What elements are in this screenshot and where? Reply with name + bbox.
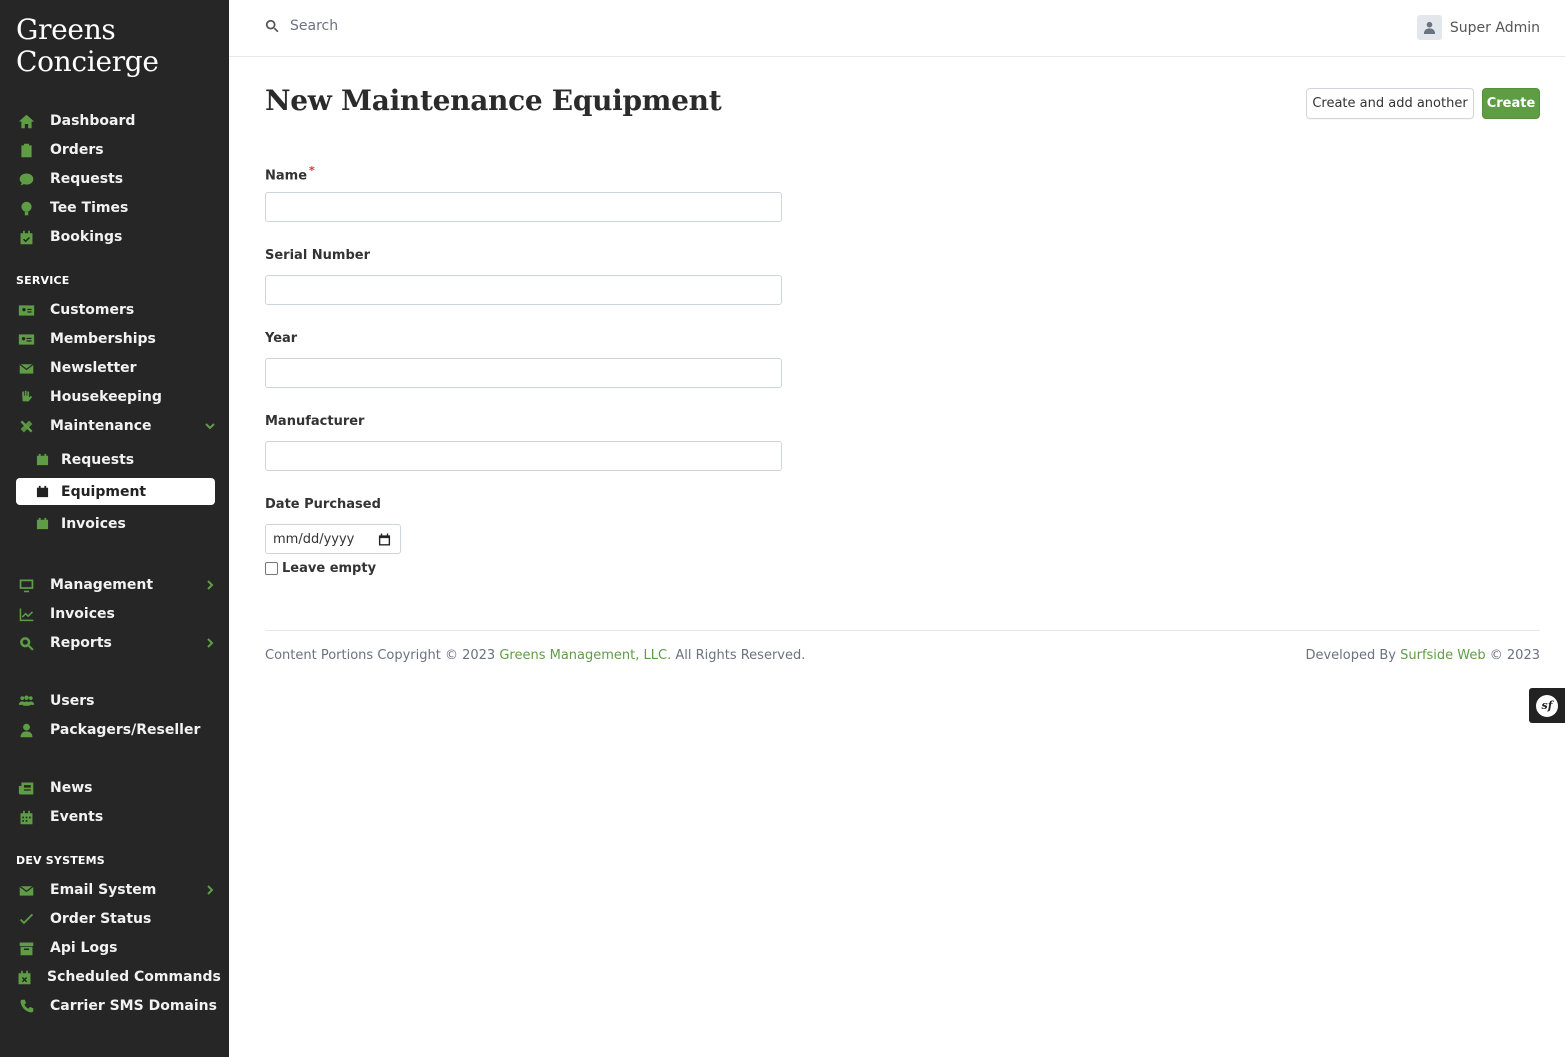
search-input[interactable]: Search <box>265 18 338 34</box>
calendar-icon <box>35 453 49 467</box>
required-indicator: * <box>309 164 315 177</box>
sidebar-item-requests[interactable]: Requests <box>16 166 219 192</box>
date-placeholder: mm/dd/yyyy <box>273 531 355 547</box>
chart-line-icon <box>16 604 36 624</box>
clipboard-icon <box>16 140 36 160</box>
sidebar-item-orders[interactable]: Orders <box>16 137 219 163</box>
symfony-icon: sf <box>1536 694 1558 717</box>
surfside-web-link[interactable]: Surfside Web <box>1400 648 1486 663</box>
date-purchased-field[interactable]: mm/dd/yyyy <box>265 524 401 554</box>
sidebar-item-bookings[interactable]: Bookings <box>16 224 219 250</box>
calendar-icon <box>35 517 49 531</box>
chevron-right-icon[interactable] <box>203 883 217 897</box>
calendar-icon[interactable] <box>378 533 391 546</box>
sidebar-subitem-requests[interactable]: Requests <box>16 446 215 473</box>
sidebar: Greens Concierge Dashboard Orders Reques… <box>0 0 229 1057</box>
search-placeholder: Search <box>290 18 339 34</box>
serial-number-field[interactable] <box>265 275 782 305</box>
avatar <box>1416 15 1442 40</box>
year-label: Year <box>265 331 298 346</box>
sidebar-item-dashboard[interactable]: Dashboard <box>16 108 219 134</box>
manufacturer-field[interactable] <box>265 441 782 471</box>
symfony-toolbar-toggle[interactable]: sf <box>1529 688 1565 723</box>
sidebar-item-users[interactable]: Users <box>16 688 219 714</box>
sidebar-item-api-logs[interactable]: Api Logs <box>16 935 219 961</box>
sidebar-item-housekeeping[interactable]: Housekeeping <box>16 384 219 410</box>
sidebar-item-management[interactable]: Management <box>16 572 219 598</box>
footer-copyright: Content Portions Copyright © 2023 Greens… <box>265 648 806 663</box>
sidebar-item-email-system[interactable]: Email System <box>16 877 219 903</box>
brand-logo[interactable]: Greens Concierge <box>16 14 159 78</box>
calendar-icon <box>35 485 49 499</box>
manufacturer-label: Manufacturer <box>265 414 365 429</box>
envelope-icon <box>16 880 36 900</box>
sidebar-item-news[interactable]: News <box>16 775 219 801</box>
user-menu[interactable]: Super Admin <box>1416 15 1540 40</box>
page-title: New Maintenance Equipment <box>265 84 722 117</box>
name-label: Name * <box>265 164 315 184</box>
comment-dollar-icon <box>16 169 36 189</box>
leave-empty-checkbox[interactable] <box>265 562 278 575</box>
sidebar-subitem-invoices[interactable]: Invoices <box>16 510 215 537</box>
users-icon <box>16 691 36 711</box>
envelope-icon <box>16 358 36 378</box>
check-icon <box>16 909 36 929</box>
greens-management-link[interactable]: Greens Management, LLC. <box>499 648 671 663</box>
archive-icon <box>16 938 36 958</box>
user-icon <box>1423 21 1435 34</box>
sidebar-item-order-status[interactable]: Order Status <box>16 906 219 932</box>
newspaper-icon <box>16 778 36 798</box>
calendar-times-icon <box>16 967 33 987</box>
address-card-icon <box>16 300 36 320</box>
sidebar-item-memberships[interactable]: Memberships <box>16 326 219 352</box>
create-and-add-another-button[interactable]: Create and add another <box>1306 88 1474 119</box>
name-field[interactable] <box>265 192 782 222</box>
section-title-dev-systems: DEV SYSTEMS <box>16 854 105 867</box>
desktop-icon <box>16 575 36 595</box>
year-field[interactable] <box>265 358 782 388</box>
topbar: Search Super Admin <box>229 0 1565 57</box>
tools-icon <box>16 416 36 436</box>
search-icon <box>265 19 279 33</box>
golf-ball-icon <box>16 198 36 218</box>
footer-developer: Developed By Surfside Web © 2023 <box>1305 648 1540 663</box>
home-icon <box>16 111 36 131</box>
footer-divider <box>265 630 1540 631</box>
chevron-right-icon[interactable] <box>203 636 217 650</box>
id-card-icon <box>16 329 36 349</box>
chevron-right-icon[interactable] <box>203 578 217 592</box>
sidebar-item-packagers-reseller[interactable]: Packagers/Reseller <box>16 717 219 743</box>
hand-sparkles-icon <box>16 387 36 407</box>
sidebar-item-scheduled-commands[interactable]: Scheduled Commands <box>16 964 221 990</box>
sidebar-item-newsletter[interactable]: Newsletter <box>16 355 219 381</box>
date-purchased-label: Date Purchased <box>265 497 381 512</box>
sidebar-subitem-equipment[interactable]: Equipment <box>16 478 215 505</box>
sidebar-item-customers[interactable]: Customers <box>16 297 219 323</box>
sidebar-item-events[interactable]: Events <box>16 804 219 830</box>
sidebar-item-invoices[interactable]: Invoices <box>16 601 219 627</box>
chevron-down-icon[interactable] <box>203 419 217 433</box>
leave-empty-label: Leave empty <box>282 561 377 576</box>
search-dollar-icon <box>16 633 36 653</box>
sidebar-item-reports[interactable]: Reports <box>16 630 219 656</box>
create-button[interactable]: Create <box>1482 88 1540 119</box>
section-title-service: SERVICE <box>16 274 70 287</box>
user-tie-icon <box>16 720 36 740</box>
sidebar-item-carrier-sms-domains[interactable]: Carrier SMS Domains <box>16 993 219 1019</box>
sidebar-item-maintenance[interactable]: Maintenance <box>16 413 219 439</box>
calendar-check-icon <box>16 227 36 247</box>
leave-empty-row: Leave empty <box>265 561 376 576</box>
user-name: Super Admin <box>1449 19 1540 36</box>
serial-number-label: Serial Number <box>265 248 371 263</box>
phone-icon <box>16 996 36 1016</box>
calendar-alt-icon <box>16 807 36 827</box>
sidebar-item-tee-times[interactable]: Tee Times <box>16 195 219 221</box>
